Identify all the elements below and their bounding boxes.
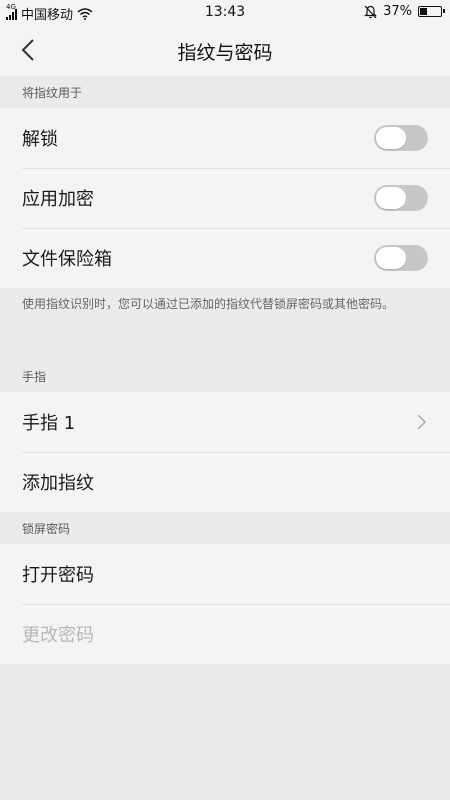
change-password-row: 更改密码 [0,604,450,664]
app-encryption-toggle[interactable] [374,185,428,211]
lock-password-group: 打开密码 更改密码 [0,544,450,664]
change-password-label: 更改密码 [22,625,94,646]
enable-password-row[interactable]: 打开密码 [0,544,450,604]
add-fingerprint-row[interactable]: 添加指纹 [0,452,450,512]
bell-muted-icon [364,5,378,18]
section-header-fingers: 手指 [22,369,47,384]
app-encryption-row[interactable]: 应用加密 [0,168,450,228]
fingerprint-note: 使用指纹识别时，您可以通过已添加的指纹代替锁屏密码或其他密码。 [22,297,395,311]
page-title: 指纹与密码 [177,42,273,64]
toggle-knob [376,127,406,149]
toggle-knob [376,187,406,209]
battery-icon [418,6,445,17]
app-encryption-label: 应用加密 [22,189,94,210]
finger-1-label: 手指 1 [22,413,76,434]
enable-password-label: 打开密码 [22,565,94,586]
toggle-knob [376,247,406,269]
fingers-group: 手指 1 添加指纹 [0,392,450,512]
status-bar: 4G 中国移动 13:43 37% [0,0,450,24]
navigation-bar: 指纹与密码 [0,24,450,76]
section-header-fingerprint-use: 将指纹用于 [22,85,83,100]
chevron-right-icon [417,414,426,430]
fingerprint-use-group: 解锁 应用加密 文件保险箱 [0,108,450,288]
unlock-label: 解锁 [22,129,58,150]
status-right: 37% [364,4,445,19]
add-fingerprint-label: 添加指纹 [22,473,94,494]
section-header-lock-password: 锁屏密码 [22,521,71,536]
battery-percent: 37% [383,4,412,19]
unlock-toggle[interactable] [374,125,428,151]
file-safe-toggle[interactable] [374,245,428,271]
file-safe-label: 文件保险箱 [22,249,112,270]
unlock-row[interactable]: 解锁 [0,108,450,168]
file-safe-row[interactable]: 文件保险箱 [0,228,450,288]
finger-1-row[interactable]: 手指 1 [0,392,450,452]
